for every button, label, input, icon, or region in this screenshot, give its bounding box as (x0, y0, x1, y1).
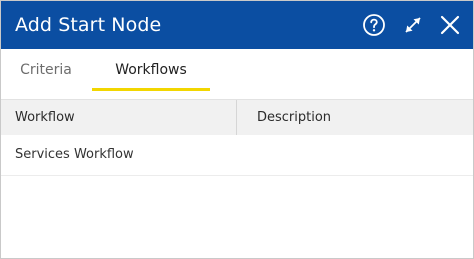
expand-icon[interactable] (401, 13, 425, 37)
help-icon[interactable] (362, 13, 386, 37)
tab-criteria[interactable]: Criteria (5, 49, 87, 91)
tab-workflows-label: Workflows (115, 62, 187, 78)
close-icon[interactable] (438, 13, 462, 37)
dialog-titlebar: Add Start Node (1, 1, 473, 49)
active-tab-indicator (92, 88, 210, 91)
add-start-node-dialog: Add Start Node Criteria Workflows Workfl… (0, 0, 474, 259)
column-divider[interactable] (236, 100, 237, 135)
cell-workflow: Services Workflow (15, 147, 134, 162)
dialog-title: Add Start Node (15, 14, 162, 36)
tab-bar: Criteria Workflows (1, 49, 473, 91)
table-row[interactable]: Services Workflow (1, 135, 473, 176)
column-header-workflow[interactable]: Workflow (15, 100, 75, 135)
grid-header: Workflow Description (1, 99, 473, 135)
column-header-description[interactable]: Description (257, 100, 331, 135)
tab-workflows[interactable]: Workflows (92, 49, 210, 91)
